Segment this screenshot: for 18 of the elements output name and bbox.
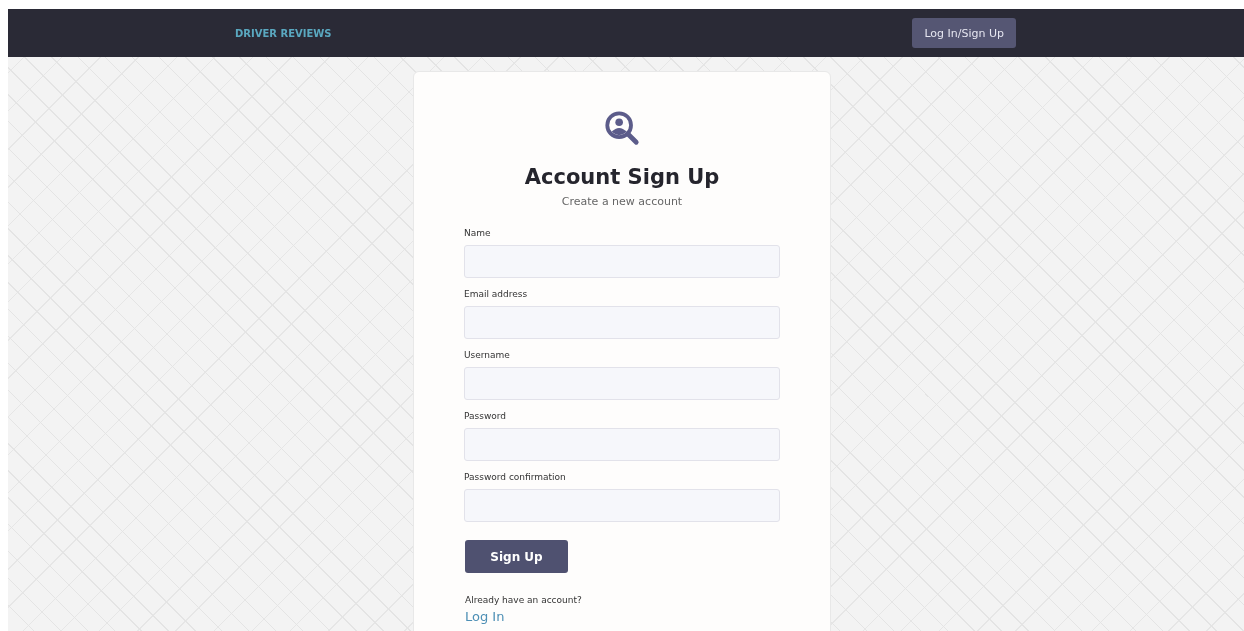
input-field[interactable] bbox=[464, 367, 780, 400]
form-subtitle: Create a new account bbox=[561, 195, 683, 208]
account-prompt: Already have an account? bbox=[465, 595, 582, 605]
field-label: Password confirmation bbox=[464, 472, 567, 482]
field-label: Email address bbox=[464, 289, 529, 299]
field-label: Password bbox=[464, 411, 508, 421]
form-title: Account Sign Up bbox=[524, 165, 720, 189]
input-field[interactable] bbox=[464, 428, 780, 461]
login-signup-button[interactable]: Log In/Sign Up bbox=[912, 18, 1016, 48]
brand-link[interactable]: DRIVER REVIEWS bbox=[235, 27, 332, 39]
input-field[interactable] bbox=[464, 306, 780, 339]
field-label: Name bbox=[464, 228, 492, 238]
user-search-icon bbox=[603, 109, 641, 147]
field-label: Username bbox=[464, 350, 511, 360]
input-field[interactable] bbox=[464, 245, 780, 278]
input-field[interactable] bbox=[464, 489, 780, 522]
sign-up-button[interactable]: Sign Up bbox=[465, 540, 568, 573]
log-in-link[interactable]: Log In bbox=[465, 609, 505, 624]
